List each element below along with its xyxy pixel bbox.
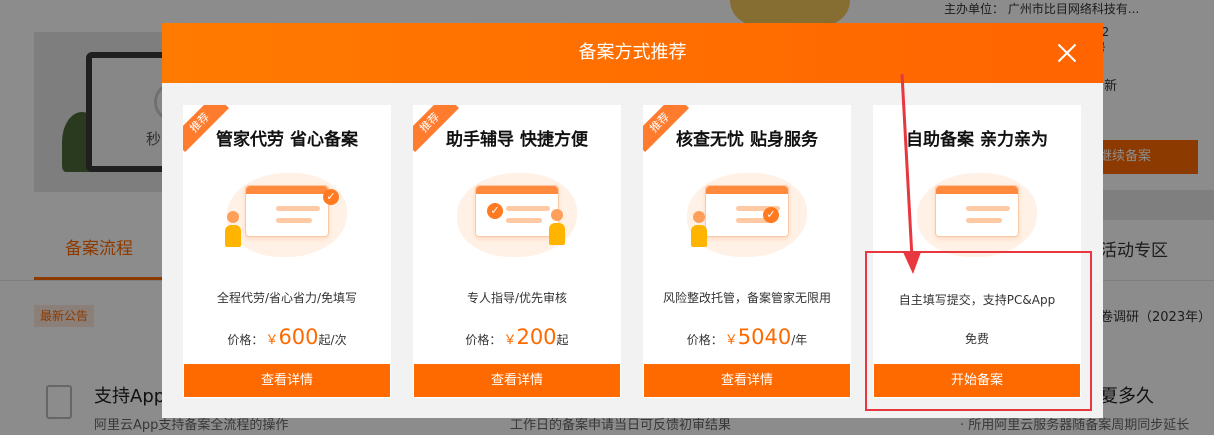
price-label: 价格： — [465, 333, 502, 347]
modal-title: 备案方式推荐 — [578, 42, 687, 63]
check-icon: ✓ — [487, 203, 503, 219]
price-label: 价格： — [686, 333, 723, 347]
price-row: 价格： ￥600起/次 — [183, 325, 391, 349]
price-row: 价格： ￥200起 — [413, 325, 621, 349]
currency-symbol: ￥ — [503, 333, 517, 348]
view-details-button[interactable]: 查看详情 — [184, 364, 390, 397]
view-details-button[interactable]: 查看详情 — [644, 364, 850, 397]
annotation-arrow — [900, 73, 921, 274]
card-assistant: 推荐 助手辅导 快捷方便 ✓ 专人指导/优先审核 价格： ￥200起 查看详情 — [413, 105, 621, 398]
card-butler: 推荐 管家代劳 省心备案 ✓ 全程代劳/省心省力/免填写 价格： ￥600起/次 … — [183, 105, 391, 398]
card-desc: 风险整改托管，备案管家无限用 — [662, 291, 831, 305]
verification-illustration: ✓ — [687, 163, 807, 263]
card-desc: 全程代劳/省心省力/免填写 — [216, 291, 358, 305]
modal-header: 备案方式推荐 — [162, 23, 1103, 83]
price-amount: 600 — [278, 325, 319, 349]
price-unit: 起/次 — [318, 333, 347, 347]
check-icon: ✓ — [323, 189, 339, 205]
price-amount: 5040 — [737, 325, 792, 349]
price-amount: 200 — [516, 325, 557, 349]
price-label: 价格： — [227, 333, 264, 347]
card-title: 核查无忧 贴身服务 — [676, 130, 818, 150]
butler-illustration: ✓ — [225, 163, 347, 263]
currency-symbol: ￥ — [724, 333, 738, 348]
self-service-illustration — [917, 163, 1037, 263]
annotation-highlight-box — [865, 251, 1092, 411]
card-title: 助手辅导 快捷方便 — [446, 130, 588, 150]
shield-check-icon: ✓ — [763, 207, 779, 223]
card-verification: 推荐 核查无忧 贴身服务 ✓ 风险整改托管，备案管家无限用 价格： ￥5040/年… — [643, 105, 851, 398]
close-icon[interactable] — [1057, 43, 1077, 63]
price-unit: /年 — [791, 333, 808, 347]
card-title: 管家代劳 省心备案 — [216, 130, 358, 150]
card-desc: 专人指导/优先审核 — [466, 291, 568, 305]
price-unit: 起 — [556, 333, 569, 347]
assistant-illustration: ✓ — [457, 163, 577, 263]
currency-symbol: ￥ — [265, 333, 279, 348]
price-row: 价格： ￥5040/年 — [643, 325, 851, 349]
view-details-button[interactable]: 查看详情 — [414, 364, 620, 397]
